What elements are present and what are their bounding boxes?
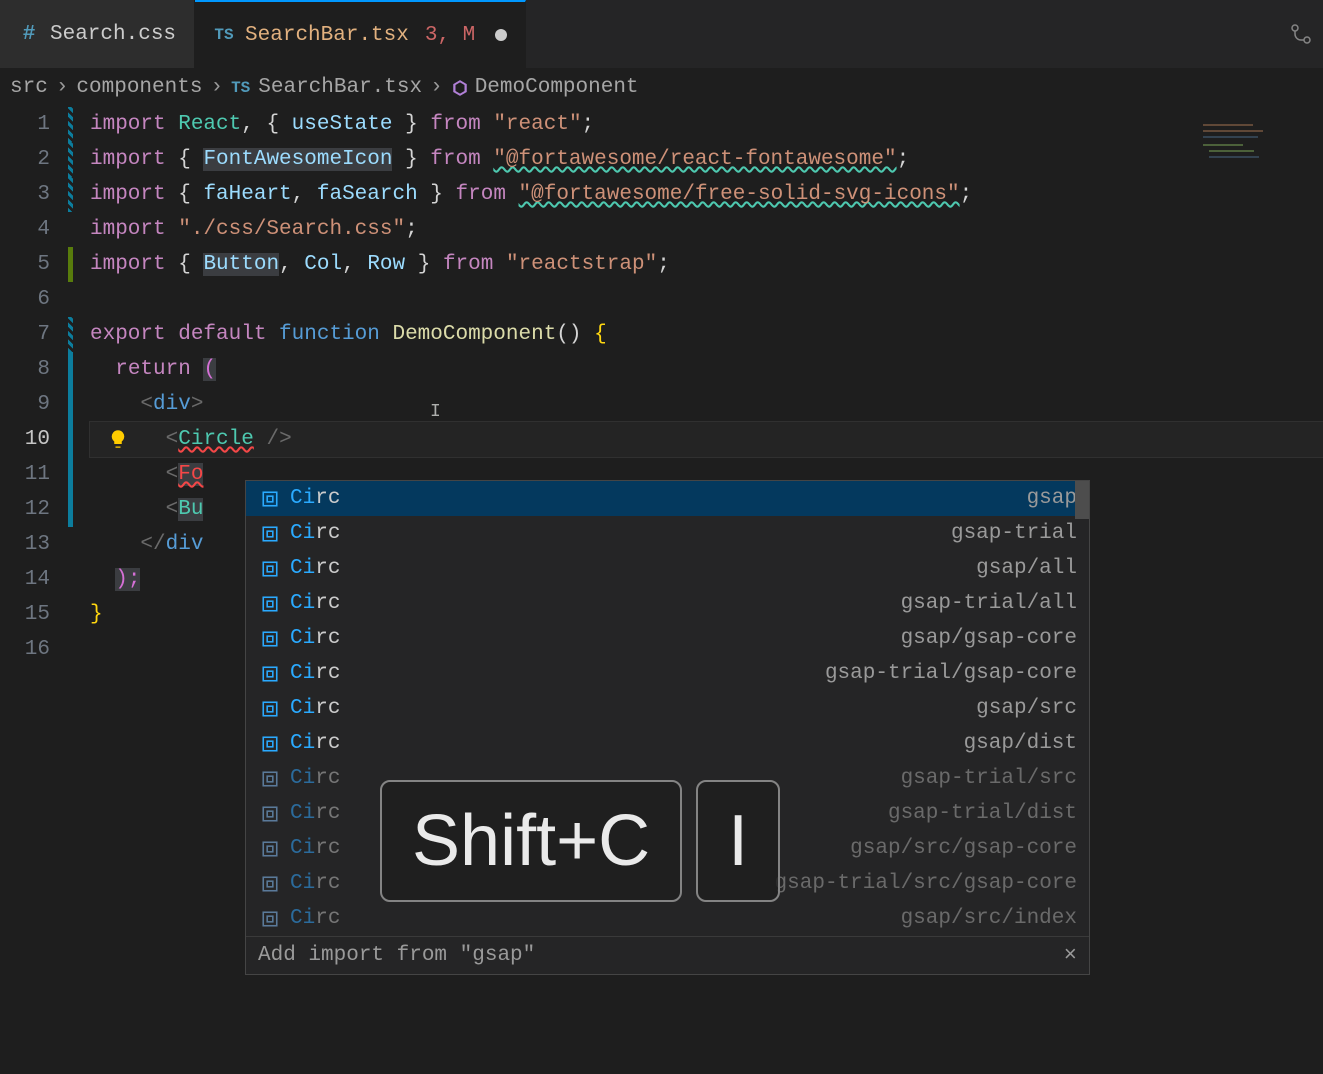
module-icon [258, 490, 282, 508]
symbol-icon [451, 79, 469, 97]
scrollbar[interactable] [1075, 481, 1089, 519]
suggestion-label: Circ [290, 592, 340, 615]
suggestion-label: Circ [290, 487, 340, 510]
suggestion-item[interactable]: Circ gsap/src/index [246, 901, 1089, 936]
close-icon[interactable]: × [1064, 943, 1077, 968]
module-icon [258, 840, 282, 858]
suggestion-label: Circ [290, 627, 340, 650]
breadcrumb-part[interactable]: components [76, 76, 202, 99]
unsaved-dot-icon [495, 29, 507, 41]
suggestion-source: gsap/dist [964, 732, 1077, 755]
tab-label: Search.css [50, 23, 176, 46]
module-icon [258, 665, 282, 683]
ts-file-icon: TS [213, 24, 235, 46]
suggestion-source: gsap-trial/src [901, 767, 1077, 790]
minimap[interactable] [1197, 120, 1317, 240]
suggestion-label: Circ [290, 907, 340, 930]
lightbulb-icon[interactable] [108, 429, 128, 449]
module-icon [258, 630, 282, 648]
module-icon [258, 770, 282, 788]
suggestion-item[interactable]: Circ gsap-trial [246, 516, 1089, 551]
css-file-icon: # [18, 23, 40, 45]
suggestion-source: gsap/src [976, 697, 1077, 720]
suggestion-item[interactable]: Circ gsap [246, 481, 1089, 516]
suggestion-label: Circ [290, 662, 340, 685]
module-icon [258, 595, 282, 613]
suggestion-label: Circ [290, 732, 340, 755]
suggestion-source: gsap/all [976, 557, 1077, 580]
tab-bar: # Search.css TS SearchBar.tsx 3, M [0, 0, 1323, 68]
module-icon [258, 700, 282, 718]
keystroke-overlay: Shift+C I [380, 780, 780, 902]
suggestion-item[interactable]: Circ gsap/dist [246, 726, 1089, 761]
suggestion-source: gsap-trial [951, 522, 1077, 545]
suggestion-source: gsap [1027, 487, 1077, 510]
tab-label: SearchBar.tsx [245, 24, 409, 47]
breadcrumb-symbol[interactable]: DemoComponent [451, 76, 639, 99]
suggestion-source: gsap-trial/all [901, 592, 1077, 615]
suggestion-label: Circ [290, 872, 340, 895]
suggestion-source: gsap/src/index [901, 907, 1077, 930]
suggestion-source: gsap/src/gsap-core [850, 837, 1077, 860]
suggestion-source: gsap-trial/src/gsap-core [775, 872, 1077, 895]
key-shift-c: Shift+C [380, 780, 682, 902]
suggestion-item[interactable]: Circ gsap/gsap-core [246, 621, 1089, 656]
suggestion-source: gsap-trial/dist [888, 802, 1077, 825]
suggestion-label: Circ [290, 802, 340, 825]
line-number-gutter: 1 2 3 4 5 6 7 8 9 10 11 12 13 14 15 16 [0, 107, 70, 667]
chevron-right-icon: › [430, 76, 443, 99]
suggestion-source: gsap/gsap-core [901, 627, 1077, 650]
breadcrumb-file[interactable]: SearchBar.tsx [258, 76, 422, 99]
source-control-icon[interactable] [1289, 22, 1313, 53]
chevron-right-icon: › [56, 76, 69, 99]
tab-problems-meta: 3, M [425, 24, 475, 47]
suggestion-item[interactable]: Circ gsap/all [246, 551, 1089, 586]
tab-search-css[interactable]: # Search.css [0, 0, 195, 68]
module-icon [258, 910, 282, 928]
suggestion-label: Circ [290, 522, 340, 545]
suggestion-item[interactable]: Circ gsap-trial/all [246, 586, 1089, 621]
suggestion-label: Circ [290, 557, 340, 580]
suggestion-footer: Add import from "gsap" × [246, 936, 1089, 974]
suggestion-label: Circ [290, 767, 340, 790]
module-icon [258, 560, 282, 578]
module-icon [258, 805, 282, 823]
suggestion-label: Circ [290, 837, 340, 860]
module-icon [258, 735, 282, 753]
ts-file-icon: TS [231, 79, 250, 97]
chevron-right-icon: › [210, 76, 223, 99]
breadcrumb[interactable]: src › components › TS SearchBar.tsx › De… [0, 68, 1323, 107]
suggestion-item[interactable]: Circ gsap-trial/gsap-core [246, 656, 1089, 691]
suggestion-source: gsap-trial/gsap-core [825, 662, 1077, 685]
module-icon [258, 875, 282, 893]
suggestion-item[interactable]: Circ gsap/src [246, 691, 1089, 726]
suggestion-label: Circ [290, 697, 340, 720]
module-icon [258, 525, 282, 543]
key-i: I [696, 780, 780, 902]
breadcrumb-part[interactable]: src [10, 76, 48, 99]
tab-searchbar-tsx[interactable]: TS SearchBar.tsx 3, M [195, 0, 526, 68]
